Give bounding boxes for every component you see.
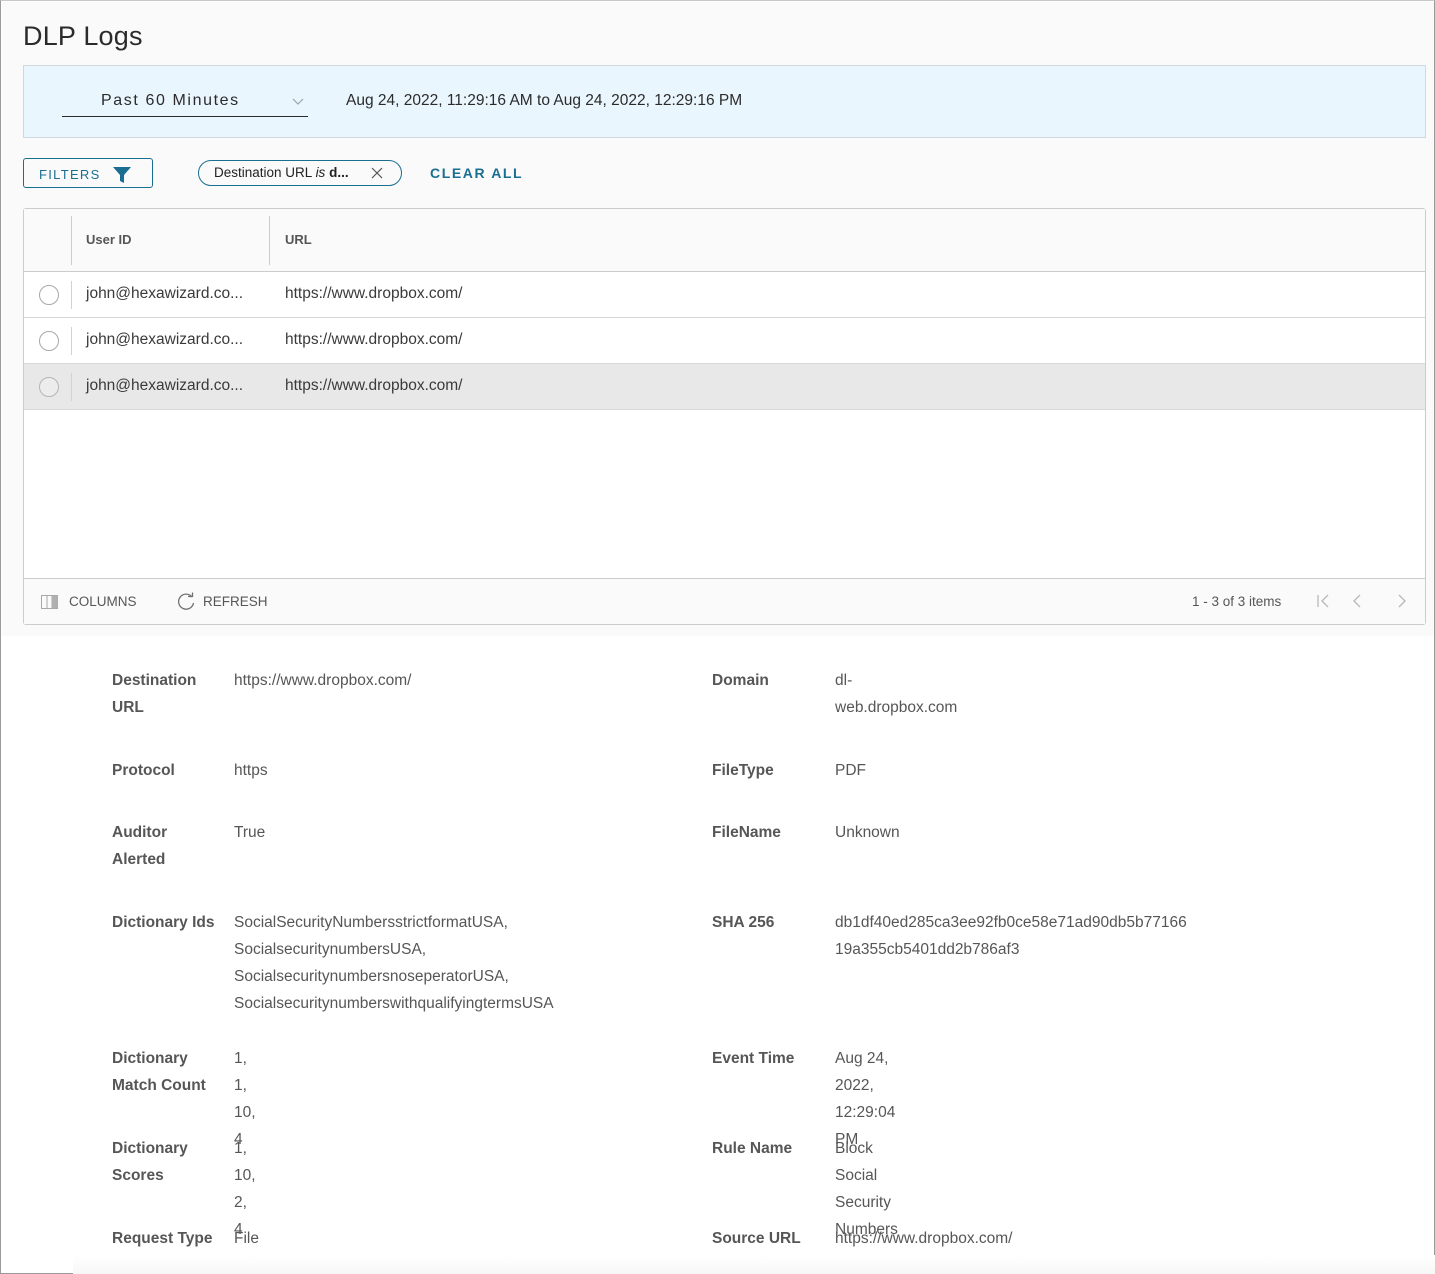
columns-icon [41,595,58,609]
cell-url: https://www.dropbox.com/ [285,377,463,394]
detail-value-dictionary-ids: SocialSecurityNumbersstrictformatUSA, So… [234,909,554,1017]
grid-footer: COLUMNS REFRESH 1 - 3 of 3 items [24,578,1425,624]
filters-button[interactable]: FILTERS [23,158,153,188]
dictionary-id: SocialsecuritynumbersnoseperatorUSA, [234,968,509,985]
detail-label-source-url: Source URL [712,1230,801,1247]
filter-chip-field: Destination URL [214,165,312,180]
detail-value-source-url: https://www.dropbox.com/ [835,1230,1013,1247]
logs-datagrid: User ID URL john@hexawizard.co... https:… [23,208,1426,625]
detail-label-dictionary-match-count: Dictionary Match Count [112,1050,206,1094]
detail-value-auditor-alerted: True [234,824,266,841]
time-range-select[interactable]: Past 60 Minutes [62,88,308,117]
detail-label-protocol: Protocol [112,762,175,779]
filter-chip-operator: is [315,165,326,180]
detail-value-protocol: https [234,762,268,779]
chevron-down-icon [292,98,304,105]
cell-user-id: john@hexawizard.co... [86,285,244,302]
detail-value-filetype: PDF [835,762,866,779]
detail-label-dictionary-scores: Dictionary Scores [112,1140,188,1184]
sha256-line: db1df40ed285ca3ee92fb0ce58e71ad90db5b771… [835,914,1187,931]
detail-value-sha256: db1df40ed285ca3ee92fb0ce58e71ad90db5b771… [835,909,1187,963]
time-range-select-value: Past 60 Minutes [101,92,240,109]
next-page-icon[interactable] [1394,592,1410,610]
row-select-radio[interactable] [39,377,59,397]
row-separator [71,281,72,309]
detail-label-rule-name: Rule Name [712,1140,793,1157]
cell-user-id: john@hexawizard.co... [86,377,244,394]
detail-value-destination-url: https://www.dropbox.com/ [234,672,412,689]
column-separator[interactable] [269,216,270,265]
refresh-icon [177,592,195,610]
filter-chip-label: Destination URL is d... [214,165,349,180]
columns-button-label: COLUMNS [69,594,137,609]
refresh-button[interactable]: REFRESH [176,591,271,613]
detail-value-filename: Unknown [835,824,900,841]
detail-label-sha256: SHA 256 [712,914,775,931]
cell-user-id: john@hexawizard.co... [86,331,244,348]
dictionary-id: SocialSecurityNumbersstrictformatUSA, [234,914,508,931]
detail-label-filename: FileName [712,824,781,841]
detail-value-domain: dl-web.dropbox.com [835,672,958,716]
filter-chip-destination-url[interactable]: Destination URL is d... [198,160,402,186]
dlp-logs-window: DLP Logs Past 60 Minutes Aug 24, 2022, 1… [0,0,1435,1274]
detail-label-filetype: FileType [712,762,774,779]
detail-label-request-type: Request Type [112,1230,213,1247]
row-separator [71,373,72,401]
detail-label-domain: Domain [712,672,769,689]
column-header-user-id[interactable]: User ID [86,232,132,247]
filter-funnel-icon [113,167,131,183]
time-range-bar: Past 60 Minutes Aug 24, 2022, 11:29:16 A… [23,65,1426,138]
row-select-radio[interactable] [39,285,59,305]
row-select-radio[interactable] [39,331,59,351]
columns-button[interactable]: COLUMNS [41,591,141,613]
detail-label-auditor-alerted: Auditor Alerted [112,824,168,868]
table-row[interactable]: john@hexawizard.co... https://www.dropbo… [24,318,1425,364]
cell-url: https://www.dropbox.com/ [285,331,463,348]
close-icon[interactable] [371,167,383,179]
previous-page-icon[interactable] [1350,592,1366,610]
column-separator[interactable] [71,216,72,265]
grid-header: User ID URL [24,209,1425,272]
sha256-line: 19a355cb5401dd2b786af3 [835,941,1020,958]
cell-url: https://www.dropbox.com/ [285,285,463,302]
refresh-button-label: REFRESH [203,594,268,609]
filters-button-label: FILTERS [39,167,101,182]
pagination-text: 1 - 3 of 3 items [1192,594,1282,609]
detail-label-destination-url: Destination URL [112,672,197,716]
detail-label-dictionary-ids: Dictionary Ids [112,914,215,931]
first-page-icon[interactable] [1316,592,1332,610]
clear-all-link[interactable]: CLEAR ALL [430,165,523,181]
details-bottom-fade [73,1255,1435,1274]
table-row[interactable]: john@hexawizard.co... https://www.dropbo… [24,272,1425,318]
table-row[interactable]: john@hexawizard.co... https://www.dropbo… [24,364,1425,410]
filter-chip-value: d... [329,165,349,180]
column-header-url[interactable]: URL [285,232,312,247]
dictionary-id: Socialsecuritynumberswithqualifyingterms… [234,995,554,1012]
row-separator [71,327,72,355]
page-title: DLP Logs [23,21,143,51]
time-range-text: Aug 24, 2022, 11:29:16 AM to Aug 24, 202… [346,92,743,109]
detail-label-event-time: Event Time [712,1050,795,1067]
dictionary-id: SocialsecuritynumbersUSA, [234,941,427,958]
